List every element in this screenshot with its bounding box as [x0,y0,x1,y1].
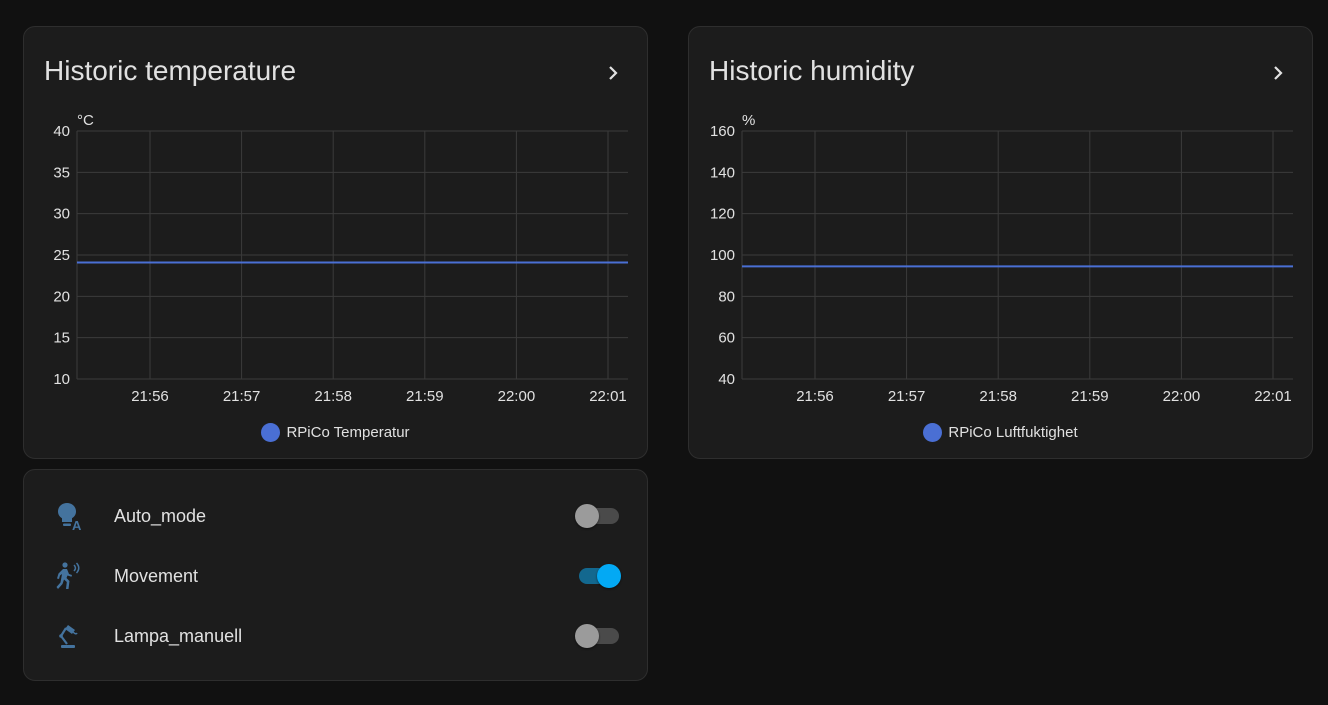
y-tick-label: 10 [53,371,70,388]
entity-label: Movement [114,565,199,586]
x-tick-label: 22:01 [589,388,627,405]
toggle-knob [575,504,599,528]
y-tick-label: 25 [53,247,70,264]
humidity-chart: 160 140 120 100 80 60 40 21:56 21:57 21:58 21:59 22… [710,112,1293,405]
legend-label: RPiCo Luftfuktighet [948,424,1078,441]
temperature-card: Historic temperature 40 35 30 25 20 15 10 21:56… [23,26,648,459]
y-axis-unit: % [742,112,755,129]
svg-text:A: A [72,518,82,531]
entity-row-lampa-manuell: Lampa_manuell [24,606,647,666]
legend-dot [923,423,943,442]
y-tick-label: 15 [53,330,70,347]
motion-sensor-icon[interactable] [52,559,86,593]
legend-label: RPiCo Temperatur [286,424,410,441]
y-tick-label: 20 [53,288,70,305]
y-axis-unit: °C [77,112,94,129]
x-tick-label: 21:58 [314,388,352,405]
legend-dot [261,423,281,442]
y-tick-label: 80 [718,288,735,305]
y-tick-label: 60 [718,330,735,347]
chart-legend[interactable]: RPiCo Luftfuktighet [689,423,1312,442]
y-tick-label: 140 [710,164,735,181]
lightbulb-auto-icon[interactable]: A [52,499,86,533]
x-tick-label: 21:59 [1071,388,1109,405]
x-tick-label: 21:57 [888,388,926,405]
x-tick-label: 22:01 [1254,388,1292,405]
temperature-chart: 40 35 30 25 20 15 10 21:56 21:57 21:58 21:59 22:00 2… [53,112,628,405]
y-tick-label: 30 [53,206,70,223]
x-tick-label: 21:59 [406,388,444,405]
humidity-card: Historic humidity 160 140 120 100 80 60 40 21:5… [688,26,1313,459]
x-tick-label: 21:56 [796,388,834,405]
x-tick-label: 21:57 [223,388,261,405]
movement-toggle[interactable] [575,564,621,588]
entity-label: Auto_mode [114,505,207,526]
toggle-knob [597,564,621,588]
y-tick-label: 120 [710,206,735,223]
x-tick-label: 21:58 [979,388,1017,405]
entity-label: Lampa_manuell [114,625,243,646]
switches-card: A Auto_mode Movement Lampa_manuell [23,469,648,681]
y-tick-label: 160 [710,123,735,140]
y-tick-label: 35 [53,164,70,181]
y-tick-label: 100 [710,247,735,264]
lampa-manuell-toggle[interactable] [575,624,621,648]
x-tick-label: 21:56 [131,388,169,405]
toggle-knob [575,624,599,648]
x-tick-label: 22:00 [498,388,536,405]
entity-row-auto-mode: A Auto_mode [24,486,647,546]
y-tick-label: 40 [718,371,735,388]
entity-row-movement: Movement [24,546,647,606]
y-tick-label: 40 [53,123,70,140]
x-tick-label: 22:00 [1163,388,1201,405]
desk-lamp-icon[interactable] [52,619,86,653]
auto-mode-toggle[interactable] [575,504,621,528]
chart-legend[interactable]: RPiCo Temperatur [24,423,647,442]
